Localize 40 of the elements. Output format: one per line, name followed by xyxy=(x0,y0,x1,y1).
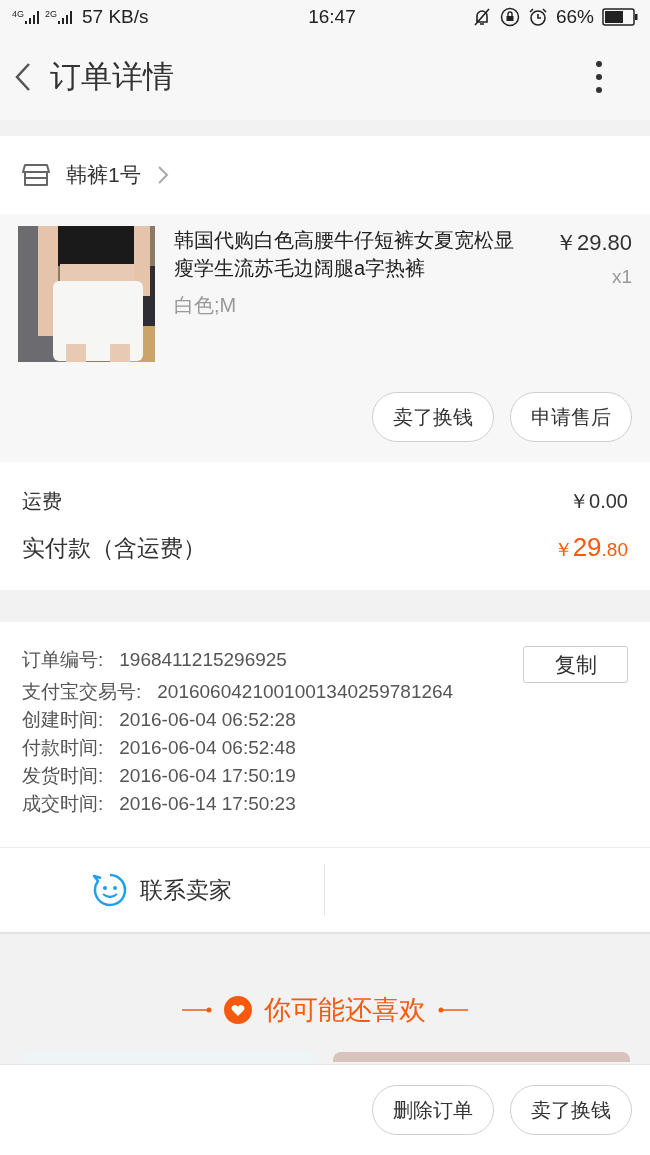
muted-bell-icon xyxy=(471,7,492,27)
signal-icon xyxy=(25,10,41,24)
recommend-title: 你可能还喜欢 xyxy=(264,993,426,1027)
shipping-label: 运费 xyxy=(22,488,62,514)
order-info-line: 付款时间: 2016-06-04 06:52:48 xyxy=(22,736,296,760)
clock: 16:47 xyxy=(307,4,357,29)
page-title: 订单详情 xyxy=(50,57,175,96)
product-price: ￥29.80 xyxy=(554,229,632,257)
divider-dot-icon xyxy=(182,1006,212,1013)
order-info-line: 创建时间: 2016-06-04 06:52:28 xyxy=(22,708,296,732)
battery-percent: 66% xyxy=(555,4,594,29)
product-variant: 白色;M xyxy=(174,293,238,318)
signal-icon xyxy=(58,10,75,24)
rotation-lock-icon xyxy=(499,7,520,27)
shipping-value: ￥0.00 xyxy=(569,488,628,514)
back-icon xyxy=(15,62,31,92)
network-label: 4G xyxy=(12,10,24,19)
chevron-right-icon xyxy=(156,165,169,185)
alarm-icon xyxy=(527,7,548,27)
order-info-line: 支付宝交易号: 2016060421001001340259781264 xyxy=(22,680,454,704)
copy-button[interactable]: 复制 xyxy=(523,646,628,683)
product-title[interactable]: 韩国代购白色高腰牛仔短裤女夏宽松显瘦学生流苏毛边阔腿a字热裤 xyxy=(174,226,516,282)
smiley-icon xyxy=(92,872,128,908)
store-icon xyxy=(22,163,50,187)
shop-row[interactable]: 韩裤1号 xyxy=(0,136,650,214)
battery-icon xyxy=(602,8,638,26)
network-label: 2G xyxy=(45,10,58,19)
action-button[interactable]: 卖了换钱 xyxy=(372,392,494,442)
order-info-line: 成交时间: 2016-06-14 17:50:23 xyxy=(22,792,296,816)
order-info-line: 发货时间: 2016-06-04 17:50:19 xyxy=(22,764,296,788)
order-info-line: 订单编号: 1968411215296925 xyxy=(22,648,287,672)
paid-amount: ￥29.80 xyxy=(553,530,628,564)
shop-name: 韩裤1号 xyxy=(66,162,141,189)
network-speed: 57 KB/s xyxy=(82,4,149,29)
divider-dot-icon xyxy=(438,1006,468,1013)
action-button[interactable]: 申请售后 xyxy=(510,392,632,442)
action-button[interactable]: 删除订单 xyxy=(372,1085,494,1135)
product-quantity: x1 xyxy=(611,265,632,289)
paid-label: 实付款（含运费） xyxy=(22,533,206,563)
action-button[interactable]: 卖了换钱 xyxy=(510,1085,632,1135)
